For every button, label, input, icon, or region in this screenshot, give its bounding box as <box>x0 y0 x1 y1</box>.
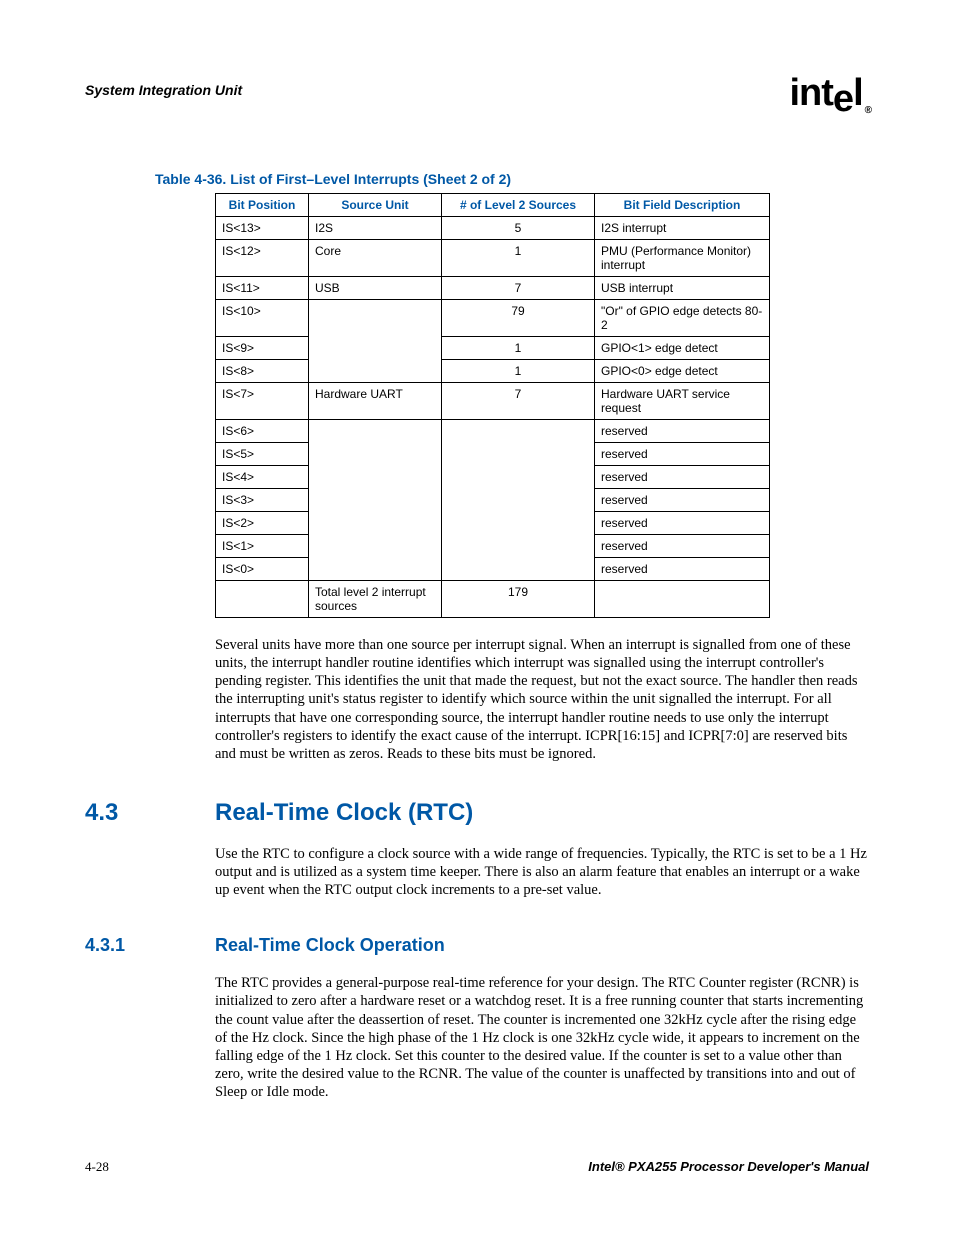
cell-desc: reserved <box>595 558 770 581</box>
cell-cnt: 7 <box>442 277 595 300</box>
cell-cnt: 79 <box>442 300 595 337</box>
cell-bit: IS<12> <box>216 240 309 277</box>
cell-src <box>309 443 442 466</box>
section-number: 4.3 <box>85 799 215 827</box>
interrupt-table: Bit Position Source Unit # of Level 2 So… <box>215 193 770 618</box>
table-row: IS<3> reserved <box>216 489 770 512</box>
cell-desc: USB interrupt <box>595 277 770 300</box>
cell-desc: "Or" of GPIO edge detects 80-2 <box>595 300 770 337</box>
cell-cnt <box>442 535 595 558</box>
cell-desc: GPIO<1> edge detect <box>595 337 770 360</box>
section-title: Real-Time Clock (RTC) <box>215 799 473 827</box>
cell-cnt: 1 <box>442 337 595 360</box>
cell-total-cnt: 179 <box>442 581 595 618</box>
th-bit-position: Bit Position <box>216 194 309 217</box>
cell-bit: IS<9> <box>216 337 309 360</box>
cell-cnt: 7 <box>442 383 595 420</box>
page: System Integration Unit intel® Table 4-3… <box>0 0 954 1235</box>
table-total-row: Total level 2 interrupt sources 179 <box>216 581 770 618</box>
cell-bit: IS<2> <box>216 512 309 535</box>
cell-desc: reserved <box>595 535 770 558</box>
cell-src <box>309 558 442 581</box>
document-title: Intel® PXA255 Processor Developer's Manu… <box>588 1159 869 1175</box>
table-row: IS<6> reserved <box>216 420 770 443</box>
table-row: IS<8> 1 GPIO<0> edge detect <box>216 360 770 383</box>
page-footer: 4-28 Intel® PXA255 Processor Developer's… <box>85 1159 869 1175</box>
section-title: Real-Time Clock Operation <box>215 935 445 956</box>
cell-bit: IS<11> <box>216 277 309 300</box>
table-caption: Table 4-36. List of First–Level Interrup… <box>155 171 869 187</box>
cell-cnt <box>442 466 595 489</box>
cell-bit: IS<1> <box>216 535 309 558</box>
cell-cnt <box>442 558 595 581</box>
cell-src <box>309 489 442 512</box>
cell-src <box>309 420 442 443</box>
cell-src <box>309 535 442 558</box>
cell-cnt <box>442 443 595 466</box>
cell-bit: IS<0> <box>216 558 309 581</box>
running-head: System Integration Unit <box>85 82 242 98</box>
table-row: IS<0> reserved <box>216 558 770 581</box>
cell-desc: I2S interrupt <box>595 217 770 240</box>
body-paragraph: Use the RTC to configure a clock source … <box>215 845 869 899</box>
cell-desc: GPIO<0> edge detect <box>595 360 770 383</box>
cell-src <box>309 360 442 383</box>
cell-cnt <box>442 489 595 512</box>
cell-src: Hardware UART <box>309 383 442 420</box>
body-paragraph: The RTC provides a general-purpose real-… <box>215 974 869 1101</box>
cell-cnt <box>442 512 595 535</box>
cell-cnt <box>442 420 595 443</box>
cell-bit: IS<5> <box>216 443 309 466</box>
cell-bit: IS<4> <box>216 466 309 489</box>
cell-cnt: 1 <box>442 360 595 383</box>
cell-src <box>309 466 442 489</box>
section-number: 4.3.1 <box>85 935 215 956</box>
cell-src: USB <box>309 277 442 300</box>
cell-cnt: 5 <box>442 217 595 240</box>
table-row: IS<13> I2S 5 I2S interrupt <box>216 217 770 240</box>
th-source-unit: Source Unit <box>309 194 442 217</box>
table-row: IS<7> Hardware UART 7 Hardware UART serv… <box>216 383 770 420</box>
cell-src <box>309 337 442 360</box>
cell-bit: IS<13> <box>216 217 309 240</box>
cell-src <box>309 512 442 535</box>
table-row: IS<2> reserved <box>216 512 770 535</box>
cell-bit: IS<10> <box>216 300 309 337</box>
table-row: IS<12> Core 1 PMU (Performance Monitor) … <box>216 240 770 277</box>
table-header-row: Bit Position Source Unit # of Level 2 So… <box>216 194 770 217</box>
cell-desc: reserved <box>595 466 770 489</box>
cell-desc: reserved <box>595 489 770 512</box>
th-description: Bit Field Description <box>595 194 770 217</box>
cell-bit <box>216 581 309 618</box>
cell-src: Core <box>309 240 442 277</box>
cell-cnt: 1 <box>442 240 595 277</box>
table-row: IS<4> reserved <box>216 466 770 489</box>
table-row: IS<11> USB 7 USB interrupt <box>216 277 770 300</box>
registered-mark: ® <box>865 105 871 116</box>
cell-bit: IS<6> <box>216 420 309 443</box>
cell-total-label: Total level 2 interrupt sources <box>309 581 442 618</box>
cell-src <box>309 300 442 337</box>
table-row: IS<5> reserved <box>216 443 770 466</box>
table-row: IS<1> reserved <box>216 535 770 558</box>
section-heading-4-3-1: 4.3.1 Real-Time Clock Operation <box>85 935 869 956</box>
section-heading-4-3: 4.3 Real-Time Clock (RTC) <box>85 799 869 827</box>
page-header: System Integration Unit intel® <box>85 72 869 115</box>
cell-desc: Hardware UART service request <box>595 383 770 420</box>
cell-bit: IS<3> <box>216 489 309 512</box>
cell-desc: PMU (Performance Monitor) interrupt <box>595 240 770 277</box>
page-number: 4-28 <box>85 1159 109 1175</box>
cell-src: I2S <box>309 217 442 240</box>
cell-desc: reserved <box>595 420 770 443</box>
cell-bit: IS<7> <box>216 383 309 420</box>
intel-logo: intel® <box>789 72 869 115</box>
table-row: IS<9> 1 GPIO<1> edge detect <box>216 337 770 360</box>
cell-desc: reserved <box>595 443 770 466</box>
th-level2-count: # of Level 2 Sources <box>442 194 595 217</box>
table-row: IS<10> 79 "Or" of GPIO edge detects 80-2 <box>216 300 770 337</box>
cell-desc <box>595 581 770 618</box>
cell-bit: IS<8> <box>216 360 309 383</box>
body-paragraph: Several units have more than one source … <box>215 636 869 763</box>
cell-desc: reserved <box>595 512 770 535</box>
